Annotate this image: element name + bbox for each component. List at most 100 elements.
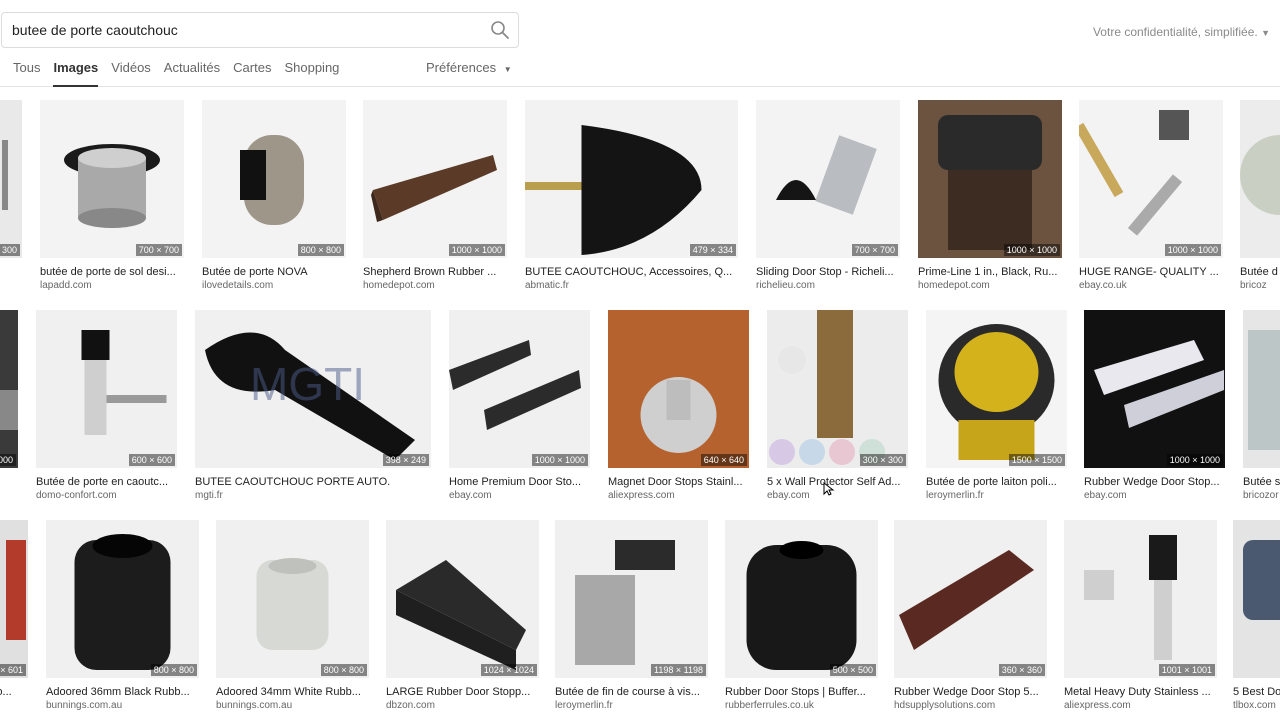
search-input[interactable]	[12, 13, 472, 47]
image-thumbnail[interactable]: 800 × 800	[46, 520, 199, 678]
image-title[interactable]: Butée s	[1243, 476, 1280, 488]
image-title[interactable]: Metal Heavy Duty Stainless ...	[1064, 686, 1217, 698]
image-result[interactable]: 1000 × 1000 Shepherd Brown Rubber ... home…	[363, 100, 507, 300]
product-image[interactable]	[449, 310, 590, 468]
image-source-domain[interactable]: leroymerlin.fr	[555, 700, 708, 711]
image-thumbnail[interactable]: 700 × 700	[40, 100, 184, 258]
image-thumbnail[interactable]: 500 × 500	[725, 520, 878, 678]
product-image[interactable]	[918, 100, 1062, 258]
image-result[interactable]: 1000 × 1000 Home Premium Door Sto... ebay.…	[449, 310, 590, 510]
tab-images[interactable]: Images	[53, 60, 98, 87]
image-title[interactable]: Adoored 36mm Black Rubb...	[46, 686, 199, 698]
product-image[interactable]	[1079, 100, 1223, 258]
image-source-domain[interactable]: tlbox.com	[1233, 700, 1280, 711]
product-image[interactable]	[767, 310, 908, 468]
image-title[interactable]: HUGE RANGE- QUALITY ...	[1079, 266, 1223, 278]
tab-all[interactable]: Tous	[13, 60, 40, 86]
image-source-domain[interactable]: bricozor	[1243, 490, 1280, 501]
image-thumbnail[interactable]: 600 × 600	[36, 310, 177, 468]
image-thumbnail[interactable]: 000	[0, 310, 18, 468]
product-image[interactable]	[1084, 310, 1225, 468]
image-thumbnail[interactable]: 1001 × 1001	[1064, 520, 1217, 678]
image-title[interactable]: Shepherd Brown Rubber ...	[363, 266, 507, 278]
image-source-domain[interactable]: bunnings.com.au	[46, 700, 199, 711]
preferences-dropdown[interactable]: Préférences ▼	[426, 60, 512, 75]
image-thumbnail[interactable]: 300	[0, 100, 22, 258]
image-thumbnail[interactable]: 1024 × 1024	[386, 520, 539, 678]
product-image[interactable]	[0, 310, 18, 468]
image-source-domain[interactable]: dbzon.com	[386, 700, 539, 711]
image-result[interactable]: 700 × 700 butée de porte de sol desi... la…	[40, 100, 184, 300]
product-image[interactable]	[363, 100, 507, 258]
product-image[interactable]	[216, 520, 369, 678]
image-title[interactable]: butée de porte de sol desi...	[40, 266, 184, 278]
image-thumbnail[interactable]: 360 × 360	[894, 520, 1047, 678]
product-image[interactable]	[525, 100, 738, 258]
image-result[interactable]: 5 Best Do tlbox.com	[1233, 520, 1280, 720]
image-title[interactable]: 0...	[0, 476, 18, 488]
image-title[interactable]: Butée d	[1240, 266, 1280, 278]
product-image[interactable]	[725, 520, 878, 678]
product-image[interactable]	[1243, 310, 1280, 468]
image-title[interactable]: Magnet Door Stops Stainl...	[608, 476, 749, 488]
product-image[interactable]	[926, 310, 1067, 468]
privacy-text[interactable]: Votre confidentialité, simplifiée.	[1093, 25, 1258, 39]
image-thumbnail[interactable]: × 601	[0, 520, 28, 678]
image-result[interactable]: 800 × 800 Adoored 34mm White Rubb... bunni…	[216, 520, 369, 720]
tab-shopping[interactable]: Shopping	[284, 60, 339, 86]
image-thumbnail[interactable]: 1198 × 1198	[555, 520, 708, 678]
image-thumbnail[interactable]: 1000 × 1000	[918, 100, 1062, 258]
image-result[interactable]: 479 × 334 BUTEE CAOUTCHOUC, Accessoires, …	[525, 100, 738, 300]
search-icon[interactable]	[490, 20, 510, 40]
chevron-down-icon[interactable]: ▼	[1261, 28, 1270, 38]
image-title[interactable]: 5 x Wall Protector Self Ad...	[767, 476, 908, 488]
image-result[interactable]: 700 × 700 Sliding Door Stop - Richeli... r…	[756, 100, 900, 300]
image-result[interactable]: 1000 × 1000 Rubber Wedge Door Stop... ebay…	[1084, 310, 1225, 510]
image-result[interactable]: Butée s bricozor	[1243, 310, 1280, 510]
image-result[interactable]: 800 × 800 Adoored 36mm Black Rubb... bunni…	[46, 520, 199, 720]
image-title[interactable]: 5 Best Do	[1233, 686, 1280, 698]
image-thumbnail[interactable]: MGTI 398 × 249	[195, 310, 431, 468]
product-image[interactable]	[386, 520, 539, 678]
image-title[interactable]: LARGE Rubber Door Stopp...	[386, 686, 539, 698]
image-source-domain[interactable]: homedepot.com	[363, 280, 507, 291]
product-image[interactable]	[40, 100, 184, 258]
image-title[interactable]: BUTEE CAOUTCHOUC PORTE AUTO.	[195, 476, 431, 488]
image-title[interactable]: BUTEE CAOUTCHOUC, Accessoires, Q...	[525, 266, 738, 278]
product-image[interactable]	[756, 100, 900, 258]
image-title[interactable]: Butée de fin de course à vis...	[555, 686, 708, 698]
image-title[interactable]: Sliding Door Stop - Richeli...	[756, 266, 900, 278]
image-source-domain[interactable]: richelieu.com	[756, 280, 900, 291]
image-title[interactable]: St...	[0, 266, 22, 278]
image-result[interactable]: × 601 Sto...	[0, 520, 28, 720]
image-thumbnail[interactable]: 479 × 334	[525, 100, 738, 258]
image-title[interactable]: Rubber Door Stops | Buffer...	[725, 686, 878, 698]
tab-videos[interactable]: Vidéos	[111, 60, 151, 86]
image-result[interactable]: 500 × 500 Rubber Door Stops | Buffer... ru…	[725, 520, 878, 720]
image-title[interactable]: Home Premium Door Sto...	[449, 476, 590, 488]
image-thumbnail[interactable]: 800 × 800	[216, 520, 369, 678]
image-source-domain[interactable]: ebay.com	[767, 490, 908, 501]
image-title[interactable]: Rubber Wedge Door Stop 5...	[894, 686, 1047, 698]
product-image[interactable]	[0, 520, 28, 678]
image-thumbnail[interactable]: 1500 × 1500	[926, 310, 1067, 468]
product-image[interactable]	[608, 310, 749, 468]
image-thumbnail[interactable]: 300 × 300	[767, 310, 908, 468]
image-source-domain[interactable]: ilovedetails.com	[202, 280, 346, 291]
image-result[interactable]: 360 × 360 Rubber Wedge Door Stop 5... hdsu…	[894, 520, 1047, 720]
image-result[interactable]: 1000 × 1000 HUGE RANGE- QUALITY ... ebay.c…	[1079, 100, 1223, 300]
product-image[interactable]	[36, 310, 177, 468]
image-result[interactable]: 1198 × 1198 Butée de fin de course à vis.…	[555, 520, 708, 720]
image-result[interactable]: 300 × 300 5 x Wall Protector Self Ad... eb…	[767, 310, 908, 510]
product-image[interactable]	[46, 520, 199, 678]
image-source-domain[interactable]: domo-confort.com	[36, 490, 177, 501]
image-source-domain[interactable]: bricoz	[1240, 280, 1280, 291]
image-source-domain[interactable]: aliexpress.com	[1064, 700, 1217, 711]
image-title[interactable]: Adoored 34mm White Rubb...	[216, 686, 369, 698]
image-thumbnail[interactable]: 1000 × 1000	[1079, 100, 1223, 258]
image-source-domain[interactable]: rubberferrules.co.uk	[725, 700, 878, 711]
product-image[interactable]	[555, 520, 708, 678]
image-result[interactable]: 1024 × 1024 LARGE Rubber Door Stopp... dbz…	[386, 520, 539, 720]
privacy-link[interactable]: Votre confidentialité, simplifiée. ▼	[1093, 25, 1270, 39]
image-result[interactable]: 000 0...	[0, 310, 18, 510]
